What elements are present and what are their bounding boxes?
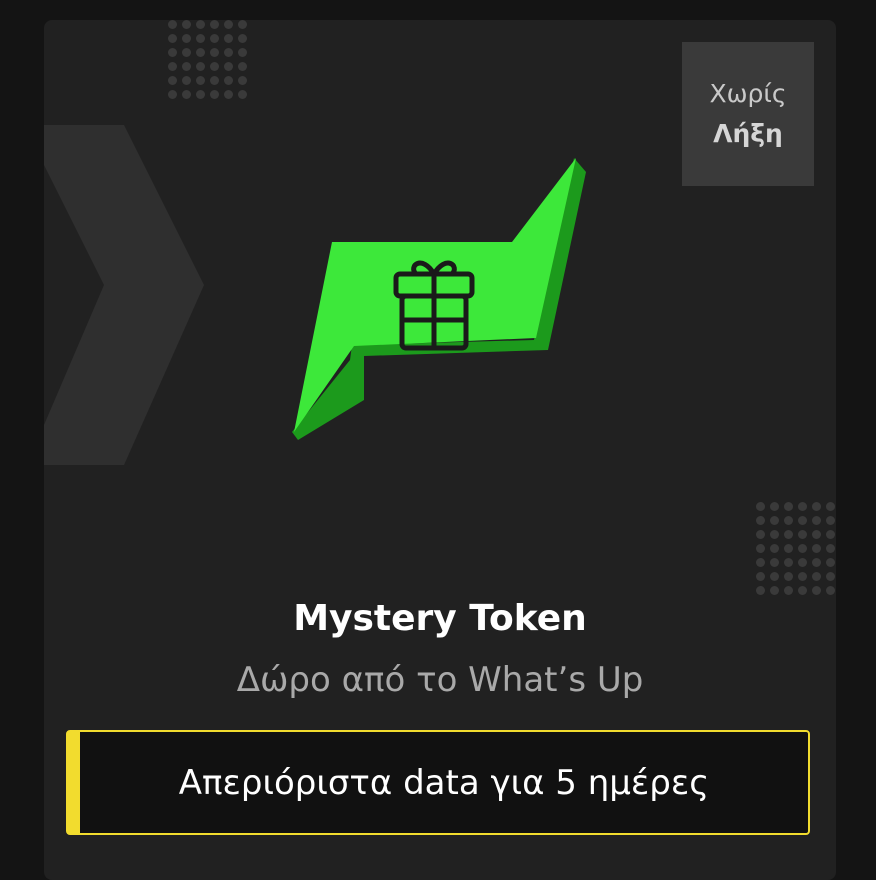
gift-ticket-icon <box>292 158 586 440</box>
expiry-badge-line1: Χωρίς <box>709 79 787 108</box>
decorative-dots-right <box>756 502 835 595</box>
offer-text: Απεριόριστα data για 5 ημέρες <box>178 762 710 803</box>
token-card[interactable]: Χωρίς Λήξη Mystery Token Δώρο από το Wha… <box>44 20 836 880</box>
token-subtitle: Δώρο από το What’s Up <box>236 660 644 700</box>
offer-banner[interactable]: Απεριόριστα data για 5 ημέρες <box>66 730 810 835</box>
decorative-dots-top <box>168 20 247 99</box>
expiry-badge: Χωρίς Λήξη <box>682 42 814 186</box>
token-title: Mystery Token <box>293 598 587 639</box>
decorative-chevron-icon <box>44 125 204 465</box>
expiry-badge-line2: Λήξη <box>713 119 783 148</box>
